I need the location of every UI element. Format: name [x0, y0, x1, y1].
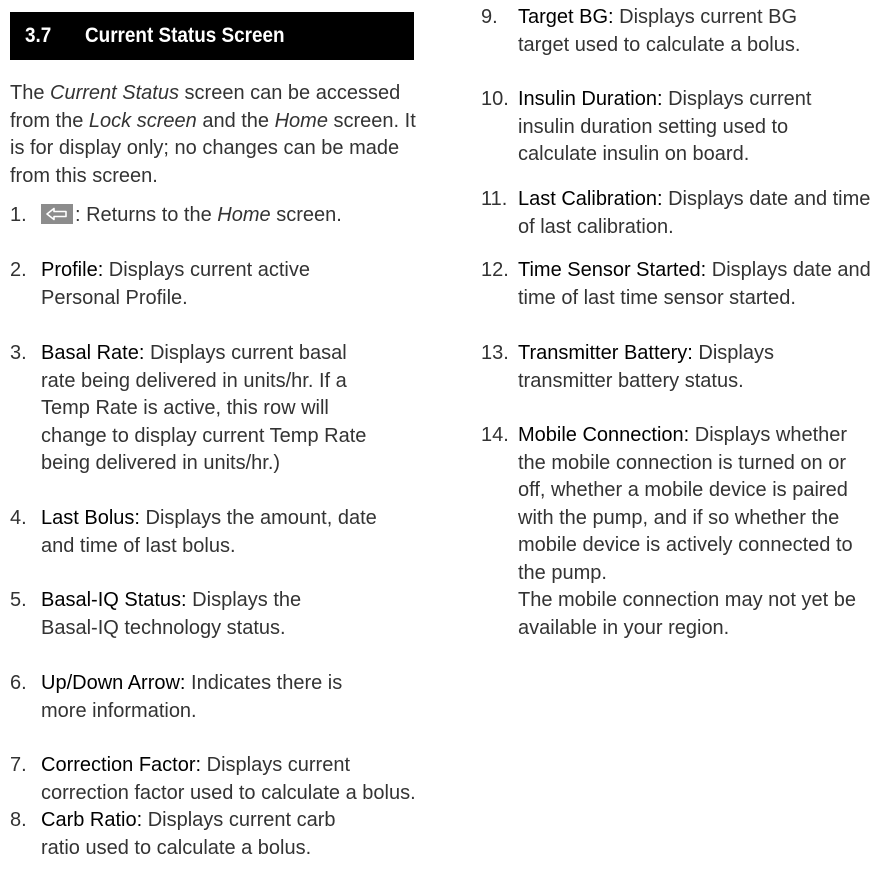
- item-term: Up/Down Arrow:: [41, 672, 186, 694]
- item-term: Carb Ratio:: [41, 809, 143, 831]
- list-item-10: 10. Insulin Duration: Displays current i…: [481, 86, 881, 169]
- section-title: Current Status Screen: [85, 24, 285, 47]
- item-number: 4.: [10, 507, 27, 529]
- item-emphasis: Home: [217, 204, 271, 226]
- item-term: Last Bolus:: [41, 507, 140, 529]
- item-term: Insulin Duration:: [518, 88, 663, 110]
- item-number: 13.: [481, 342, 509, 364]
- item-number: 5.: [10, 589, 27, 611]
- item-term: Transmitter Battery:: [518, 342, 693, 364]
- intro-text: The: [10, 82, 51, 104]
- item-number: 10.: [481, 88, 509, 110]
- item-number: 12.: [481, 259, 509, 281]
- mobile-connection-note: The mobile connection may not yet be ava…: [518, 589, 856, 639]
- item-number: 6.: [10, 672, 27, 694]
- list-item-2: 2. Profile: Displays current active Pers…: [10, 257, 430, 312]
- item-number: 11.: [481, 188, 508, 210]
- item-number: 1.: [10, 204, 27, 226]
- item-term: Last Calibration:: [518, 188, 663, 210]
- intro-emphasis: Lock screen: [88, 109, 197, 132]
- item-number: 8.: [10, 809, 27, 831]
- list-item-8: 8. Carb Ratio: Displays current carb rat…: [10, 807, 430, 862]
- section-number: 3.7: [25, 24, 52, 47]
- item-text: screen.: [270, 204, 342, 226]
- intro-emphasis: Home: [274, 109, 328, 132]
- item-number: 9.: [481, 6, 498, 28]
- item-term: Basal Rate:: [41, 342, 145, 364]
- list-item-1: 1. : Returns to the Home screen.: [10, 202, 342, 230]
- list-item-13: 13. Transmitter Battery: Displays transm…: [481, 340, 881, 395]
- back-arrow-icon: [41, 204, 73, 224]
- intro-paragraph: The Current Status screen can be accesse…: [10, 80, 420, 190]
- intro-emphasis: Current Status: [50, 82, 179, 104]
- item-number: 7.: [10, 754, 27, 776]
- list-item-11: 11. Last Calibration: Displays date and …: [481, 186, 881, 241]
- item-term: Mobile Connection:: [518, 424, 690, 446]
- item-term: Profile:: [41, 259, 104, 281]
- item-term: Time Sensor Started:: [518, 259, 707, 281]
- item-text: : Returns to the: [75, 204, 218, 226]
- item-number: 14.: [481, 424, 509, 446]
- item-number: 2.: [10, 259, 27, 281]
- list-item-4: 4. Last Bolus: Displays the amount, date…: [10, 505, 430, 560]
- section-header: 3.7 Current Status Screen: [10, 12, 414, 60]
- list-item-14: 14. Mobile Connection: Displays whether …: [481, 422, 881, 587]
- list-item-5: 5. Basal-IQ Status: Displays the Basal-I…: [10, 587, 430, 642]
- list-item-6: 6. Up/Down Arrow: Indicates there is mor…: [10, 670, 430, 725]
- list-item-12: 12. Time Sensor Started: Displays date a…: [481, 257, 886, 312]
- item-text: Displays whether the mobile connection i…: [518, 424, 853, 584]
- item-term: Target BG:: [518, 6, 614, 28]
- list-item-3: 3. Basal Rate: Displays current basal ra…: [10, 340, 430, 478]
- item-term: Correction Factor:: [41, 754, 202, 776]
- item-term: Basal-IQ Status:: [41, 589, 187, 611]
- item-number: 3.: [10, 342, 27, 364]
- list-item-9: 9. Target BG: Displays current BG target…: [481, 4, 881, 59]
- intro-text: and the: [196, 109, 275, 132]
- list-item-7: 7. Correction Factor: Displays current c…: [10, 752, 430, 807]
